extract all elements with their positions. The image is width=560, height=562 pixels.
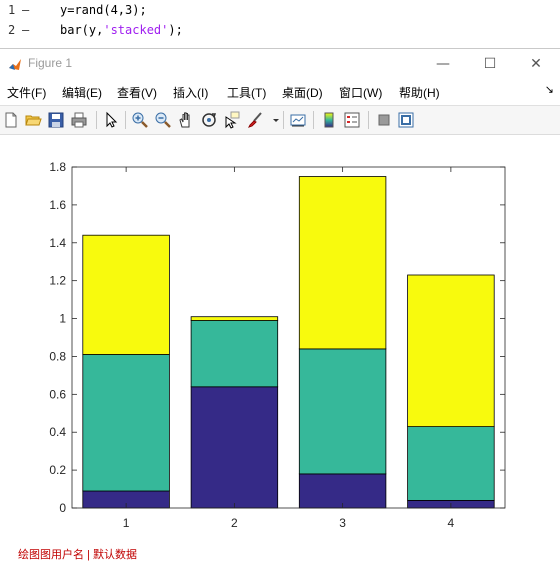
menu-bar: 文件(F) 编辑(E) 查看(V) 插入(I) 工具(T) 桌面(D) 窗口(W…	[0, 79, 560, 103]
brush-icon[interactable]	[246, 111, 264, 129]
y-tick-label: 1.2	[49, 274, 66, 288]
brush-dropdown-icon[interactable]	[267, 111, 279, 129]
save-icon[interactable]	[47, 111, 65, 129]
toolbar-separator	[96, 111, 97, 129]
menu-view[interactable]: 查看(V)	[117, 84, 157, 101]
zoom-in-icon[interactable]	[131, 111, 149, 129]
toolbar-separator	[125, 111, 126, 129]
breakpoint-marker[interactable]: –	[22, 23, 29, 37]
menu-help[interactable]: 帮助(H)	[399, 84, 440, 101]
y-tick-label: 0.6	[49, 387, 66, 401]
minimize-button[interactable]: —	[420, 49, 466, 79]
breakpoint-marker[interactable]: –	[22, 3, 29, 17]
code-segment: y=rand(4,3);	[60, 3, 147, 17]
line-number: 1	[8, 3, 16, 17]
print-icon[interactable]	[70, 111, 88, 129]
toolbar-separator	[368, 111, 369, 129]
code-string: 'stacked'	[103, 23, 169, 37]
menu-insert[interactable]: 插入(I)	[173, 84, 208, 101]
open-file-icon[interactable]	[24, 111, 42, 129]
pan-hand-icon[interactable]	[177, 111, 195, 129]
code-segment: );	[168, 23, 183, 37]
status-text: 绘图图用户名 | 默认数据	[18, 549, 137, 561]
menu-edit[interactable]: 编辑(E)	[62, 84, 102, 101]
y-tick-label: 0.4	[49, 425, 66, 439]
maximize-button[interactable]: ☐	[467, 49, 513, 79]
code-text: y=rand(4,3);	[60, 3, 147, 17]
matlab-logo-icon	[8, 57, 22, 71]
menu-window[interactable]: 窗口(W)	[339, 84, 382, 101]
bar-segment[interactable]	[190, 386, 279, 509]
x-tick-label: 2	[231, 516, 238, 530]
link-plot-icon[interactable]	[289, 111, 307, 129]
bar-segment[interactable]	[298, 348, 387, 475]
code-segment: bar(y,	[60, 23, 104, 37]
data-cursor-icon[interactable]	[223, 111, 241, 129]
bar-chart[interactable]: 1 2 3 4 0 0.2 0.4 0.6 0.8 1 1.2 1.4 1.6 1.8	[0, 135, 560, 558]
y-tick-label: 1.4	[49, 236, 66, 250]
plot-area[interactable]: 1 2 3 4 0 0.2 0.4 0.6 0.8 1 1.2 1.4 1.6 1.8	[0, 135, 560, 558]
menu-tools[interactable]: 工具(T)	[227, 84, 266, 101]
bar-segment[interactable]	[82, 354, 170, 492]
y-tick-label: 0.2	[49, 463, 66, 477]
y-tick-label: 1	[59, 312, 66, 326]
show-plot-tools-icon[interactable]	[397, 111, 415, 129]
bar-segment[interactable]	[190, 316, 279, 321]
hide-plot-tools-icon[interactable]	[375, 111, 393, 129]
colorbar-icon[interactable]	[320, 111, 338, 129]
bar-segment[interactable]	[407, 274, 495, 428]
menu-desktop[interactable]: 桌面(D)	[282, 84, 323, 101]
menu-overflow-icon[interactable]: ↘	[545, 83, 554, 96]
code-line[interactable]: 1 – y=rand(4,3);	[0, 0, 560, 20]
bar-segment[interactable]	[82, 234, 170, 355]
bar-segment[interactable]	[298, 473, 387, 509]
bar-segment[interactable]	[190, 320, 279, 388]
toolbar-separator	[313, 111, 314, 129]
close-button[interactable]: ✕	[513, 49, 559, 79]
y-tick-label: 0.8	[49, 349, 66, 363]
line-number: 2	[8, 23, 16, 37]
y-tick-label: 1.6	[49, 198, 66, 212]
toolbar-separator	[283, 111, 284, 129]
legend-icon[interactable]	[343, 111, 361, 129]
figure-window: Figure 1 — ☐ ✕ 文件(F) 编辑(E) 查看(V) 插入(I) 工…	[0, 48, 560, 558]
figure-toolbar	[0, 105, 560, 135]
x-tick-label: 1	[123, 516, 130, 530]
x-tick-label: 4	[448, 516, 455, 530]
bar-segment[interactable]	[407, 426, 495, 501]
title-bar[interactable]: Figure 1 — ☐ ✕	[0, 49, 560, 79]
menu-file[interactable]: 文件(F)	[7, 84, 46, 101]
window-title: Figure 1	[28, 56, 73, 70]
x-tick-label: 3	[339, 516, 346, 530]
y-tick-label: 0	[59, 501, 66, 515]
code-editor[interactable]: 1 – y=rand(4,3); 2 – bar(y,'stacked');	[0, 0, 560, 48]
code-line[interactable]: 2 – bar(y,'stacked');	[0, 20, 560, 40]
bar-segment[interactable]	[298, 176, 387, 350]
zoom-out-icon[interactable]	[154, 111, 172, 129]
rotate-3d-icon[interactable]	[200, 111, 218, 129]
code-text: bar(y,'stacked');	[60, 23, 183, 37]
select-arrow-icon[interactable]	[102, 111, 120, 129]
new-figure-icon[interactable]	[2, 111, 20, 129]
y-tick-label: 1.8	[49, 160, 66, 174]
